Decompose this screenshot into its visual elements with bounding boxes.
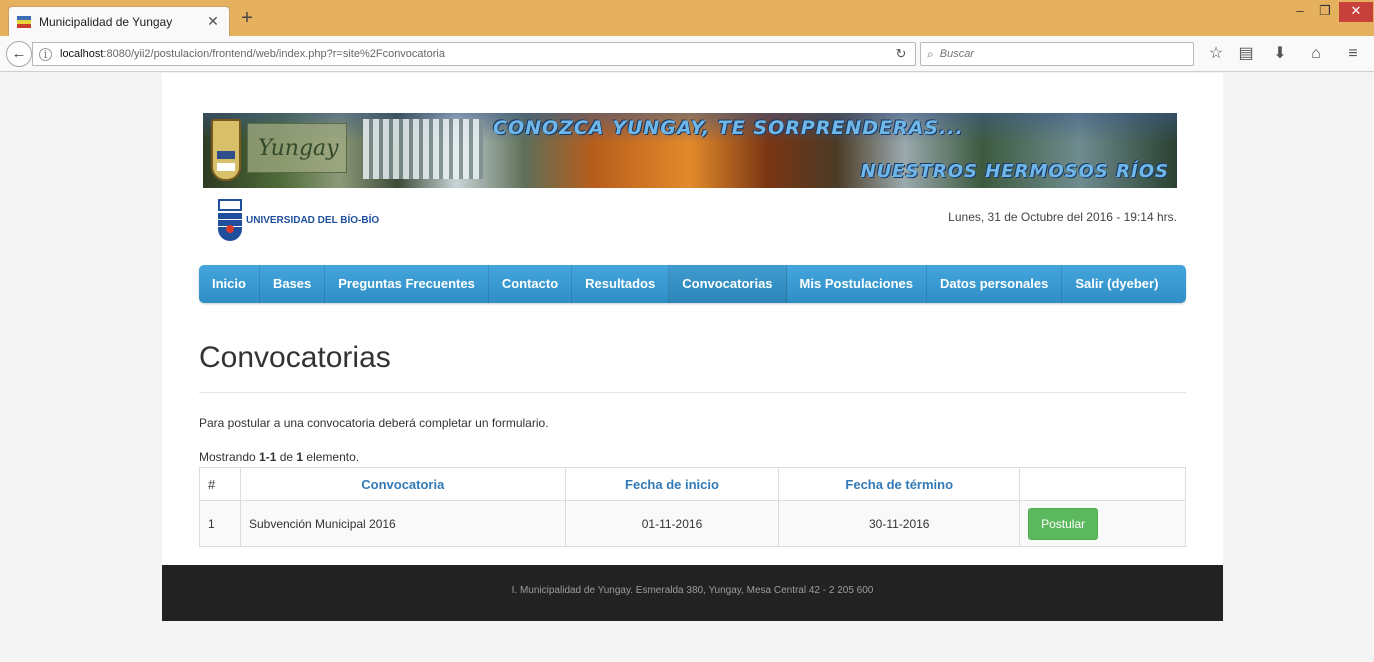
- table-row: 1 Subvención Municipal 2016 01-11-2016 3…: [199, 500, 1186, 547]
- cell-fecha-termino: 30-11-2016: [778, 500, 1021, 547]
- nav-inicio[interactable]: Inicio: [199, 265, 260, 303]
- search-icon: ⌕: [927, 46, 934, 61]
- banner-slogan: CONOZCA YUNGAY, TE SORPRENDERAS...: [493, 117, 964, 139]
- site-favicon-icon: [17, 15, 31, 29]
- col-header-fecha-inicio[interactable]: Fecha de inicio: [564, 467, 780, 501]
- url-path: :8080/yii2/postulacion/frontend/web/inde…: [103, 48, 445, 60]
- browser-tab[interactable]: Municipalidad de Yungay ✕: [8, 6, 230, 36]
- title-divider: [199, 392, 1186, 393]
- intro-text: Para postular a una convocatoria deberá …: [199, 416, 549, 430]
- grid-summary: Mostrando 1-1 de 1 elemento.: [199, 450, 360, 464]
- back-arrow-icon[interactable]: ←: [6, 41, 32, 67]
- main-navigation: Inicio Bases Preguntas Frecuentes Contac…: [199, 265, 1186, 303]
- address-bar[interactable]: i localhost:8080/yii2/postulacion/fronte…: [32, 42, 916, 66]
- browser-titlebar: Municipalidad de Yungay ✕ + – ❐ ✕: [0, 0, 1374, 36]
- nav-convocatorias[interactable]: Convocatorias: [669, 265, 787, 303]
- nav-contacto[interactable]: Contacto: [489, 265, 573, 303]
- banner-subslogan: NUESTROS HERMOSOS RÍOS: [860, 161, 1169, 182]
- col-header-convocatoria[interactable]: Convocatoria: [239, 467, 566, 501]
- nav-salir[interactable]: Salir (dyeber): [1062, 265, 1171, 303]
- convocatorias-table: # Convocatoria Fecha de inicio Fecha de …: [199, 467, 1186, 547]
- university-name: UNIVERSIDAD DEL BÍO-BÍO: [246, 214, 380, 226]
- download-icon[interactable]: ⬇: [1270, 44, 1290, 64]
- header-banner: Yungay CONOZCA YUNGAY, TE SORPRENDERAS..…: [203, 113, 1177, 188]
- bookmark-star-icon[interactable]: ☆: [1206, 44, 1226, 64]
- cell-convocatoria: Subvención Municipal 2016: [239, 500, 566, 547]
- university-logo: UNIVERSIDAD DEL BÍO-BÍO: [218, 199, 379, 241]
- current-date: Lunes, 31 de Octubre del 2016 - 19:14 hr…: [948, 210, 1177, 224]
- site-info-icon[interactable]: i: [39, 47, 52, 61]
- col-header-number: #: [199, 467, 241, 501]
- university-shield-icon: [218, 199, 242, 241]
- page-footer: I. Municipalidad de Yungay. Esmeralda 38…: [162, 565, 1223, 621]
- window-close-icon[interactable]: ✕: [1339, 2, 1373, 22]
- window-minimize-icon[interactable]: –: [1289, 2, 1311, 22]
- cell-fecha-inicio: 01-11-2016: [564, 500, 780, 547]
- reading-list-icon[interactable]: ▤: [1236, 44, 1256, 64]
- nav-mis-postulaciones[interactable]: Mis Postulaciones: [787, 265, 927, 303]
- cell-action: Postular: [1019, 500, 1186, 547]
- page-title: Convocatorias: [199, 341, 391, 374]
- window-maximize-icon[interactable]: ❐: [1313, 2, 1337, 22]
- nav-datos-personales[interactable]: Datos personales: [927, 265, 1063, 303]
- nav-resultados[interactable]: Resultados: [572, 265, 670, 303]
- waterfall-image: [363, 119, 483, 179]
- page-container: Yungay CONOZCA YUNGAY, TE SORPRENDERAS..…: [162, 73, 1223, 621]
- footer-text: I. Municipalidad de Yungay. Esmeralda 38…: [511, 585, 874, 596]
- menu-icon[interactable]: ≡: [1343, 44, 1363, 64]
- browser-navbar: ← i localhost:8080/yii2/postulacion/fron…: [0, 36, 1374, 72]
- url-host: localhost: [60, 48, 104, 60]
- col-header-fecha-termino[interactable]: Fecha de término: [778, 467, 1021, 501]
- page-viewport: Yungay CONOZCA YUNGAY, TE SORPRENDERAS..…: [0, 73, 1374, 662]
- url-text[interactable]: localhost:8080/yii2/postulacion/frontend…: [60, 48, 893, 60]
- nav-bases[interactable]: Bases: [260, 265, 326, 303]
- banner-logo: Yungay: [247, 123, 347, 173]
- tab-close-icon[interactable]: ✕: [205, 13, 221, 30]
- search-input[interactable]: [939, 48, 1170, 60]
- col-header-actions: [1019, 467, 1186, 501]
- search-bar[interactable]: ⌕: [920, 42, 1194, 66]
- new-tab-icon[interactable]: +: [236, 8, 258, 30]
- cell-number: 1: [199, 500, 241, 547]
- reload-icon[interactable]: ↻: [893, 46, 909, 62]
- tab-title: Municipalidad de Yungay: [39, 14, 173, 29]
- nav-preguntas-frecuentes[interactable]: Preguntas Frecuentes: [325, 265, 489, 303]
- municipal-crest-icon: [211, 119, 241, 181]
- postular-button[interactable]: Postular: [1028, 507, 1099, 540]
- table-header-row: # Convocatoria Fecha de inicio Fecha de …: [199, 467, 1186, 501]
- home-icon[interactable]: ⌂: [1306, 44, 1326, 64]
